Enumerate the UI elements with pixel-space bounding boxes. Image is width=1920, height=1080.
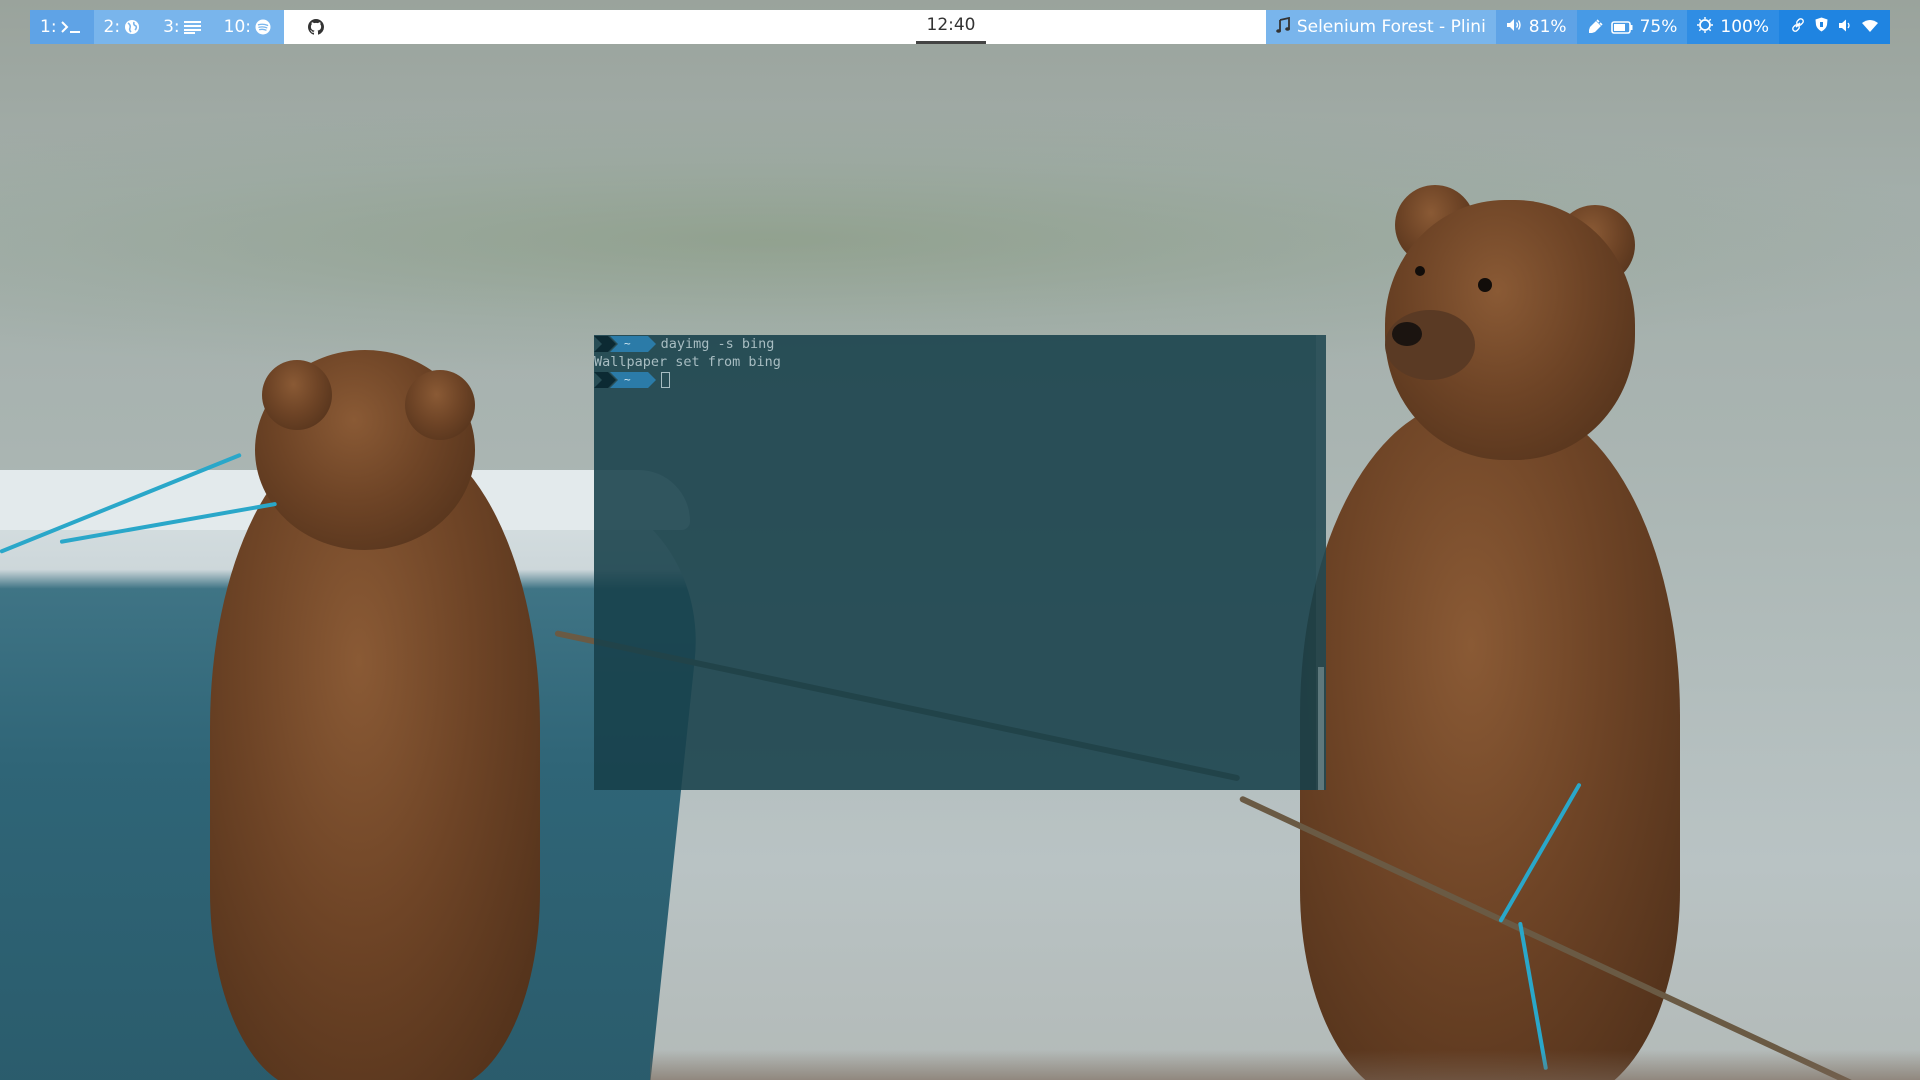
prompt-segment: ~ [594, 335, 663, 353]
scrollbar-thumb[interactable] [1318, 667, 1324, 790]
workspace-label: 10: [223, 17, 251, 37]
plug-battery-icon [1587, 19, 1633, 35]
brightness-icon [1697, 16, 1714, 38]
prompt-dir: ~ [624, 337, 631, 350]
wallpaper-bear-left-ear [262, 360, 332, 430]
workspace-10[interactable]: 10: [214, 10, 284, 44]
globe-icon [124, 19, 140, 35]
terminal-scrollbar[interactable] [1316, 335, 1326, 790]
volume-module[interactable]: 81% [1495, 10, 1577, 44]
workspace-1[interactable]: 1: [30, 10, 94, 44]
terminal-command-line: ~ dayimg -s bing [594, 335, 1326, 353]
shield-icon[interactable] [1815, 17, 1828, 37]
text-cursor [660, 372, 670, 388]
workspace-switcher: 1: 2: 3: 10: [30, 10, 284, 44]
command-text: dayimg -s bing [660, 336, 775, 352]
spotify-icon [255, 19, 271, 35]
wallpaper-bear-nose [1392, 322, 1422, 346]
speaker-icon [1506, 17, 1522, 37]
workspace-label: 3: [163, 17, 180, 37]
terminal-window[interactable]: ~ dayimg -s bing Wallpaper set from bing… [594, 335, 1326, 790]
volume-tray-icon[interactable] [1838, 17, 1852, 37]
center-bar: 12:40 [284, 10, 1266, 44]
clock[interactable]: 12:40 [916, 10, 986, 44]
output-text: Wallpaper set from bing [594, 354, 781, 370]
wallpaper-bear-left-ear [405, 370, 475, 440]
text-lines-icon [183, 20, 201, 34]
wallpaper-bear-eye [1415, 266, 1425, 276]
prompt-dir: ~ [624, 373, 631, 386]
wifi-icon[interactable] [1862, 17, 1878, 37]
music-module[interactable]: Selenium Forest - Plini [1265, 10, 1496, 44]
battery-level: 75% [1639, 17, 1678, 37]
wallpaper-bear-snout [1385, 310, 1475, 380]
brightness-module[interactable]: 100% [1687, 10, 1779, 44]
battery-module[interactable]: 75% [1576, 10, 1688, 44]
now-playing-text: Selenium Forest - Plini [1296, 17, 1486, 37]
terminal-output-line: Wallpaper set from bing [594, 353, 1326, 371]
music-note-icon [1276, 16, 1290, 38]
github-icon[interactable] [300, 19, 332, 35]
workspace-label: 1: [40, 17, 57, 37]
workspace-3[interactable]: 3: [153, 10, 214, 44]
workspace-2[interactable]: 2: [94, 10, 154, 44]
wallpaper-ground [650, 1050, 1920, 1080]
wallpaper-bear-eye [1478, 278, 1492, 292]
terminal-prompt-line: ~ [594, 371, 1326, 389]
status-bar: 1: 2: 3: 10: 12:40 Selenium Forest - Pli… [30, 10, 1890, 44]
volume-level: 81% [1528, 17, 1567, 37]
link-icon[interactable] [1791, 17, 1805, 37]
terminal-icon [60, 20, 81, 34]
desktop: 1: 2: 3: 10: 12:40 Selenium Forest - Pli… [0, 0, 1920, 1080]
brightness-level: 100% [1720, 17, 1769, 37]
system-tray [1779, 10, 1890, 44]
workspace-label: 2: [103, 17, 121, 37]
prompt-segment: ~ [594, 371, 663, 389]
